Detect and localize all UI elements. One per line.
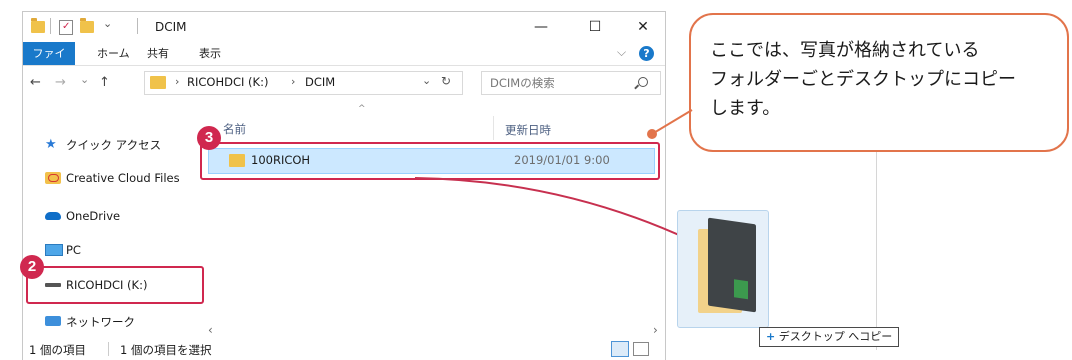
- sidebar-item-label: ネットワーク: [66, 315, 135, 329]
- help-icon[interactable]: ?: [639, 46, 654, 61]
- breadcrumb-folder[interactable]: DCIM: [305, 75, 335, 89]
- callout-line: します。: [710, 98, 781, 119]
- sidebar-item-network[interactable]: ネットワーク: [23, 311, 203, 333]
- highlight-drive-item: [26, 266, 204, 304]
- search-icon[interactable]: [634, 77, 648, 90]
- sidebar-item-quick-access[interactable]: ★ クイック アクセス: [23, 134, 203, 156]
- callout-text: ここでは、写真が格納されている フォルダーごとデスクトップにコピー します。: [710, 36, 1060, 123]
- window-title: DCIM: [155, 20, 187, 34]
- sidebar-item-creative-cloud[interactable]: Creative Cloud Files: [23, 167, 203, 189]
- new-folder-icon[interactable]: [80, 18, 94, 33]
- column-header-date[interactable]: 更新日時: [505, 122, 551, 138]
- separator: [50, 18, 51, 34]
- step-badge-2: 2: [20, 255, 44, 279]
- refresh-icon[interactable]: ↻: [441, 74, 451, 88]
- instruction-callout: ここでは、写真が格納されている フォルダーごとデスクトップにコピー します。: [689, 13, 1069, 152]
- star-icon: ★: [45, 137, 57, 152]
- folder-front: [708, 217, 756, 313]
- scroll-right-button[interactable]: ›: [653, 323, 658, 337]
- tab-home[interactable]: ホーム: [87, 42, 140, 65]
- tab-share[interactable]: 共有: [137, 42, 179, 65]
- back-button[interactable]: ←: [30, 75, 41, 90]
- address-bar[interactable]: › RICOHDCI (K:) › DCIM ⌄ ↻: [144, 71, 463, 95]
- sidebar-item-label: クイック アクセス: [66, 138, 162, 152]
- desktop-edge: [876, 150, 877, 350]
- plus-icon: +: [766, 330, 776, 343]
- tab-view[interactable]: 表示: [189, 42, 231, 65]
- breadcrumb-separator: ›: [291, 75, 296, 88]
- callout-pointer: [647, 109, 693, 139]
- sort-indicator-icon: ^: [358, 104, 366, 114]
- address-dropdown-icon[interactable]: ⌄: [422, 74, 431, 87]
- dragged-folder-preview: [677, 210, 769, 328]
- large-icons-view-icon[interactable]: [633, 342, 649, 356]
- search-input[interactable]: DCIMの検索: [490, 75, 555, 91]
- column-header-name[interactable]: 名前: [223, 121, 246, 137]
- ribbon-expand-icon[interactable]: ⌵: [617, 45, 626, 60]
- recent-locations-button[interactable]: ⌄: [80, 73, 89, 86]
- folder-icon: [150, 76, 166, 89]
- sidebar-item-label: PC: [66, 243, 81, 257]
- sidebar-item-onedrive[interactable]: OneDrive: [23, 205, 203, 227]
- ribbon-tabs: ファイル ホーム 共有 表示 ⌵ ?: [23, 42, 665, 83]
- item-count: 1 個の項目: [29, 343, 86, 357]
- up-button[interactable]: ↑: [99, 75, 110, 90]
- title-bar: ✓ ⌄ DCIM — ☐ ✕: [23, 12, 665, 42]
- sidebar-item-label: Creative Cloud Files: [66, 171, 180, 185]
- callout-line: フォルダーごとデスクトップにコピー: [710, 69, 1016, 90]
- navigation-bar: ← → ⌄ ↑ › RICOHDCI (K:) › DCIM ⌄ ↻ DCIMの…: [23, 66, 665, 100]
- maximize-button[interactable]: ☐: [575, 12, 615, 42]
- scroll-left-button[interactable]: ‹: [208, 323, 213, 337]
- breadcrumb-separator: ›: [175, 75, 180, 88]
- customize-qa-icon[interactable]: ⌄: [103, 17, 112, 30]
- properties-icon[interactable]: ✓: [59, 20, 73, 35]
- search-box[interactable]: DCIMの検索: [481, 71, 661, 95]
- breadcrumb-drive[interactable]: RICOHDCI (K:): [187, 75, 268, 89]
- folder-icon: [31, 18, 45, 33]
- sidebar-item-label: OneDrive: [66, 209, 121, 223]
- sd-card-icon: [734, 279, 748, 300]
- forward-button[interactable]: →: [55, 75, 66, 90]
- creative-cloud-icon: [45, 172, 61, 184]
- close-button[interactable]: ✕: [623, 12, 663, 42]
- status-bar: 1 個の項目 1 個の項目を選択: [23, 339, 665, 360]
- minimize-button[interactable]: —: [521, 12, 561, 42]
- details-view-icon[interactable]: [611, 341, 629, 357]
- sidebar-item-pc[interactable]: PC: [23, 239, 203, 261]
- drag-tooltip-text: デスクトップ へコピー: [778, 330, 893, 343]
- separator: [108, 342, 109, 356]
- callout-line: ここでは、写真が格納されている: [710, 40, 980, 61]
- tab-file[interactable]: ファイル: [23, 42, 75, 83]
- column-divider[interactable]: [493, 116, 494, 140]
- drag-arrow: [414, 177, 698, 244]
- separator: [137, 18, 138, 34]
- drag-tooltip: + デスクトップ へコピー: [759, 327, 900, 347]
- network-icon: [45, 316, 61, 326]
- monitor-icon: [45, 244, 63, 256]
- selection-count: 1 個の項目を選択: [120, 343, 212, 357]
- step-badge-3: 3: [197, 126, 221, 150]
- cloud-icon: [45, 212, 61, 220]
